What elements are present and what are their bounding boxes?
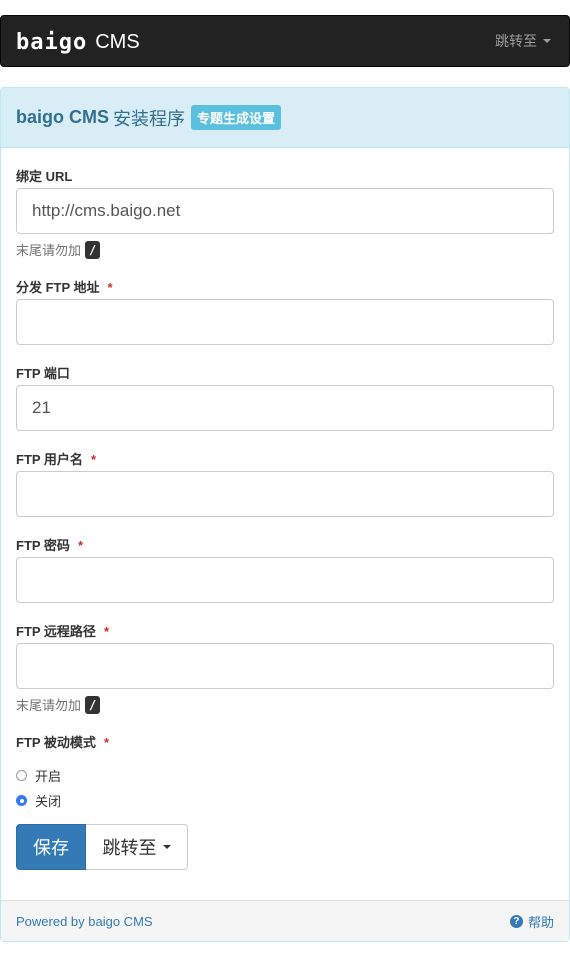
required-mark: * (103, 624, 109, 639)
caret-down-icon (543, 39, 551, 43)
radio-pasv-off[interactable]: 关闭 (16, 791, 61, 810)
radio-button[interactable] (16, 770, 27, 781)
required-mark: * (107, 280, 113, 295)
panel-footer: Powered by baigo CMS ? 帮助 (1, 900, 569, 941)
question-circle-icon: ? (509, 914, 523, 928)
action-button-group: 保存 跳转至 (16, 824, 188, 870)
ftp-port-label: FTP 端口 (16, 363, 70, 382)
radio-pasv-off-label: 关闭 (35, 794, 62, 809)
radio-pasv-on-label: 开启 (35, 769, 62, 784)
ftp-path-help-text: 末尾请勿加 (16, 698, 82, 713)
help-link[interactable]: ? 帮助 (509, 912, 554, 931)
bind-url-help-text: 末尾请勿加 (16, 243, 82, 258)
brand-name: CMS (95, 30, 140, 53)
panel-title-rest: 安装程序 (113, 108, 185, 129)
ftp-port-label-text: FTP 端口 (16, 366, 70, 381)
ftp-host-label: 分发 FTP 地址 * (16, 277, 113, 296)
slash-key: / (85, 240, 101, 259)
ftp-host-input[interactable] (16, 299, 554, 345)
save-button[interactable]: 保存 (16, 824, 86, 870)
bind-url-help: 末尾请勿加 / (16, 240, 101, 259)
bind-url-label: 绑定 URL (16, 166, 72, 185)
help-link-label: 帮助 (527, 914, 554, 930)
bind-url-input[interactable] (16, 188, 554, 234)
ftp-user-label-text: FTP 用户名 (16, 452, 83, 467)
ftp-user-input[interactable] (16, 471, 554, 517)
ftp-pass-label: FTP 密码 * (16, 535, 83, 554)
required-mark: * (90, 452, 96, 467)
slash-key: / (85, 695, 101, 714)
jump-button-label: 跳转至 (102, 838, 157, 858)
panel-heading: baigo CMS 安装程序 专题生成设置 (1, 88, 569, 148)
brand-logo[interactable]: baigo CMS (16, 29, 140, 55)
powered-by-link[interactable]: Powered by baigo CMS (16, 914, 153, 929)
ftp-port-input[interactable] (16, 385, 554, 431)
ftp-path-label: FTP 远程路径 * (16, 621, 109, 640)
caret-down-icon (162, 845, 171, 849)
ftp-path-label-text: FTP 远程路径 (16, 624, 96, 639)
step-badge: 专题生成设置 (191, 105, 282, 130)
jump-dropdown-button[interactable]: 跳转至 (86, 824, 188, 870)
install-panel: baigo CMS 安装程序 专题生成设置 绑定 URL 末尾请勿加 / 分发 … (0, 87, 570, 942)
radio-pasv-on[interactable]: 开启 (16, 766, 61, 785)
nav-jump-label: 跳转至 (495, 33, 537, 49)
nav-jump-dropdown[interactable]: 跳转至 (495, 16, 551, 66)
radio-button-selected[interactable] (16, 795, 27, 806)
ftp-path-help: 末尾请勿加 / (16, 695, 101, 714)
top-navbar: baigo CMS 跳转至 (0, 15, 570, 67)
required-mark: * (103, 735, 109, 750)
ftp-host-label-text: 分发 FTP 地址 (16, 280, 100, 295)
ftp-pass-label-text: FTP 密码 (16, 538, 70, 553)
ftp-user-label: FTP 用户名 * (16, 449, 96, 468)
ftp-path-input[interactable] (16, 643, 554, 689)
ftp-pasv-label-text: FTP 被动模式 (16, 735, 96, 750)
required-mark: * (77, 538, 83, 553)
panel-title-main: baigo CMS (16, 107, 109, 127)
ftp-pasv-label: FTP 被动模式 * (16, 732, 109, 751)
ftp-pass-input[interactable] (16, 557, 554, 603)
bind-url-label-text: 绑定 URL (16, 169, 73, 184)
logo-wordmark: baigo (16, 29, 88, 55)
